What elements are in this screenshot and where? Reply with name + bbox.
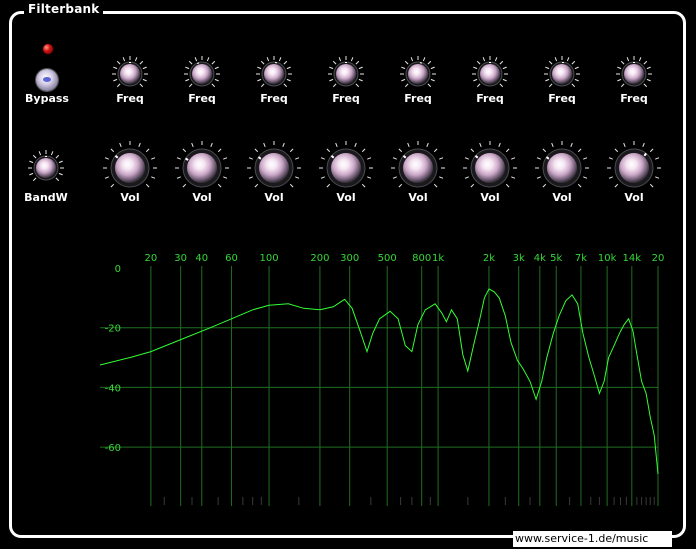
db-tick-label: -40	[105, 383, 121, 394]
response-curve	[99, 288, 659, 475]
freq-tick-label: 14k	[623, 253, 642, 264]
freq-tick-label: 300	[340, 253, 359, 264]
db-tick-label: -20	[105, 324, 121, 335]
footer-url[interactable]: www.service-1.de/music	[513, 531, 672, 547]
db-tick-label: -60	[105, 443, 121, 454]
freq-tick-label: 100	[259, 253, 278, 264]
freq-tick-label: 20	[145, 253, 158, 264]
freq-tick-label: 5k	[550, 253, 562, 264]
freq-tick-label: 30	[174, 253, 187, 264]
freq-tick-label: 3k	[513, 253, 525, 264]
frequency-response-analyzer: 20 30 40 60 100 200 300 500 800 1k 2k 3k 4k 5k 7k 10k 14…	[99, 253, 665, 506]
freq-tick-label: 60	[225, 253, 238, 264]
freq-tick-label: 20	[652, 253, 665, 264]
freq-tick-label: 2k	[483, 253, 495, 264]
db-tick-label: 0	[115, 264, 121, 275]
freq-tick-label: 200	[310, 253, 329, 264]
freq-tick-label: 7k	[575, 253, 587, 264]
freq-tick-label: 40	[195, 253, 208, 264]
freq-tick-label: 500	[378, 253, 397, 264]
freq-tick-label: 10k	[598, 253, 617, 264]
freq-tick-label: 4k	[534, 253, 546, 264]
freq-tick-label: 1k	[432, 253, 444, 264]
freq-tick-label: 800	[412, 253, 431, 264]
